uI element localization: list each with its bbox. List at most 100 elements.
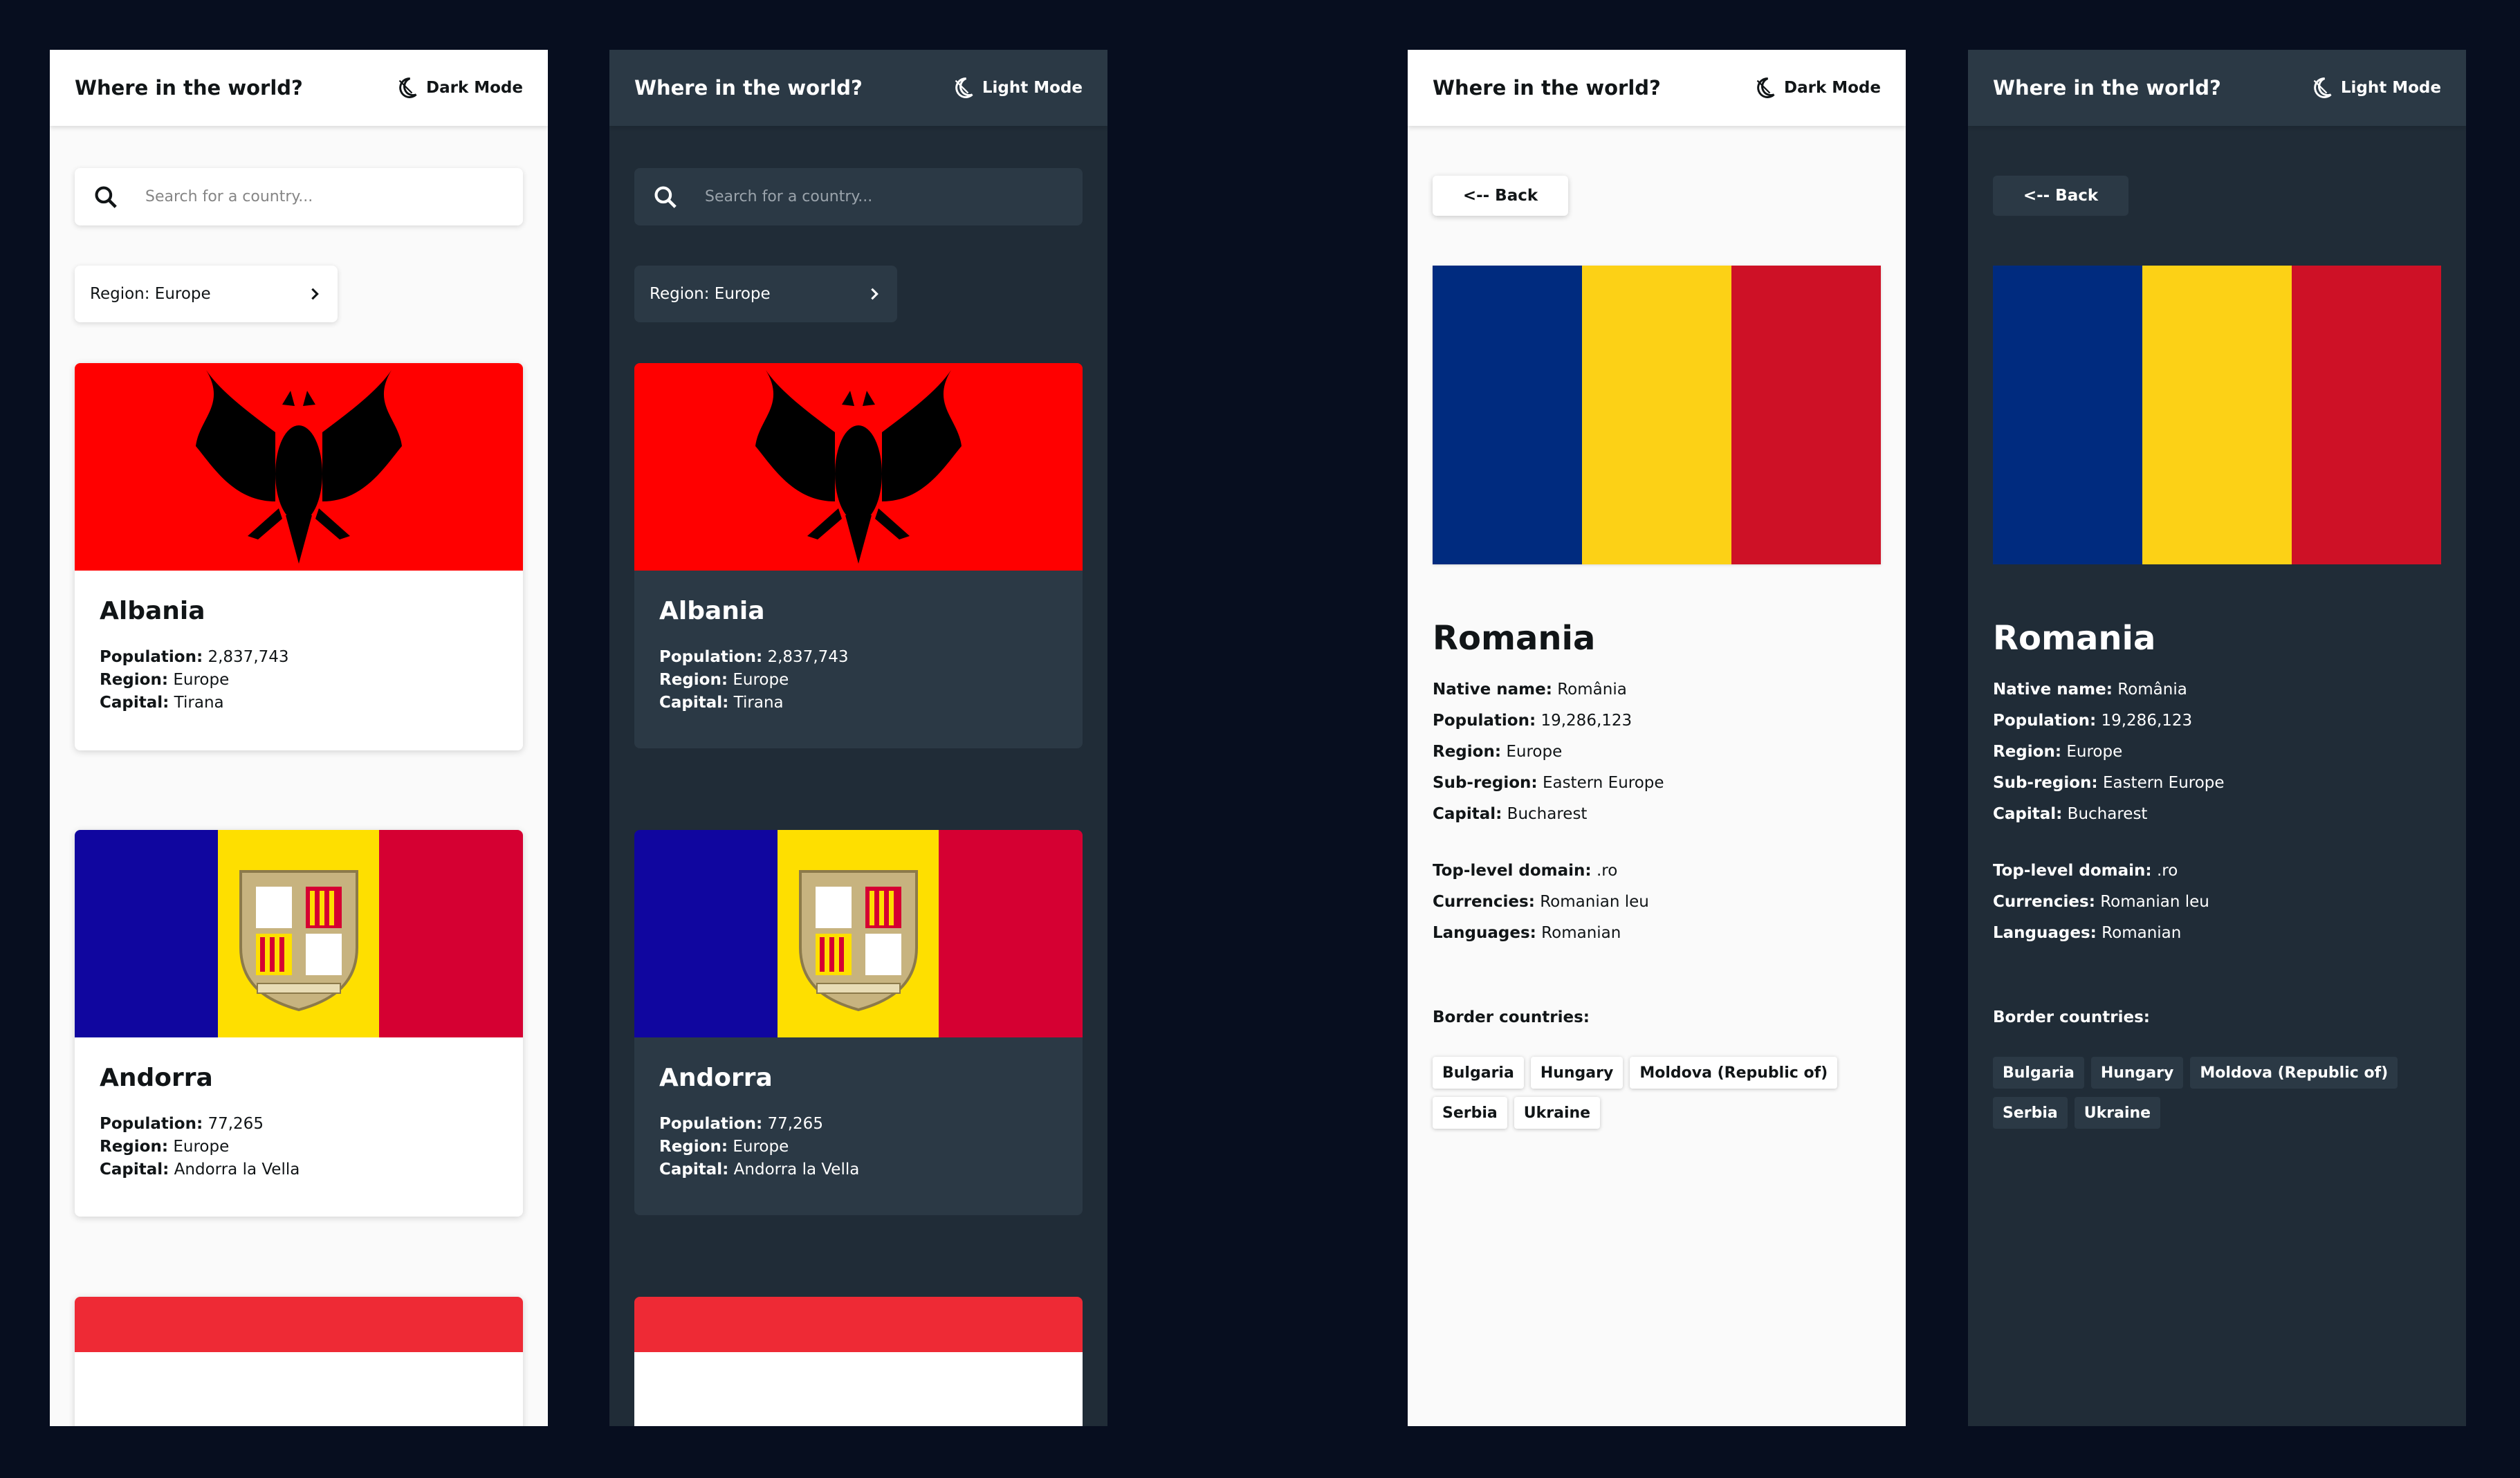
population-value: 2,837,743 (767, 648, 849, 666)
region-value: Europe (733, 671, 789, 689)
country-card-albania[interactable]: Albania Population: 2,837,743 Region: Eu… (75, 363, 523, 750)
border-countries-label: Border countries: (1433, 1008, 1590, 1026)
border-chip[interactable]: Hungary (1530, 1057, 1624, 1089)
population-value: 19,286,123 (2101, 712, 2193, 730)
population-label: Population: (659, 1115, 763, 1133)
region-filter[interactable]: Region: Europe (75, 266, 338, 322)
country-name: Romania (1433, 619, 1596, 658)
header: Where in the world? Dark Mode (50, 50, 548, 126)
country-name: Albania (100, 597, 205, 625)
border-chip[interactable]: Ukraine (2074, 1097, 2161, 1129)
capital-label: Capital: (659, 1161, 729, 1179)
capital-value: Bucharest (2067, 805, 2148, 823)
border-countries-list: Bulgaria Hungary Moldova (Republic of) S… (1433, 1057, 1875, 1129)
search-input[interactable] (144, 187, 493, 206)
chevron-right-icon (871, 288, 879, 300)
currencies-value: Romanian leu (1540, 893, 1649, 911)
region-filter-label: Region: Europe (90, 285, 211, 303)
albania-flag (634, 363, 1083, 571)
region-value: Europe (1506, 743, 1563, 761)
languages-value: Romanian (2101, 924, 2182, 942)
capital-label: Capital: (100, 694, 169, 712)
list-screen-dark: Where in the world? Light Mode Region: E… (609, 50, 1107, 1426)
sub-region-value: Eastern Europe (1542, 774, 1664, 792)
moon-icon (955, 77, 973, 98)
border-chip[interactable]: Ukraine (1514, 1097, 1601, 1129)
currencies-value: Romanian leu (2100, 893, 2209, 911)
country-details-primary: Native name: România Population: 19,286,… (1993, 674, 2225, 830)
region-filter-label: Region: Europe (650, 285, 771, 303)
currencies-label: Currencies: (1433, 893, 1535, 911)
header: Where in the world? Light Mode (609, 50, 1107, 126)
theme-toggle[interactable]: Light Mode (950, 75, 1083, 100)
andorra-flag (634, 830, 1083, 1037)
app-title: Where in the world? (1993, 76, 2221, 100)
native-name-value: România (2117, 681, 2187, 699)
country-card-albania[interactable]: Albania Population: 2,837,743 Region: Eu… (634, 363, 1083, 748)
theme-toggle[interactable]: Dark Mode (394, 75, 523, 100)
search-icon (95, 185, 117, 208)
country-card-partial[interactable] (634, 1297, 1083, 1426)
region-label: Region: (659, 1138, 728, 1156)
back-button[interactable]: <-- Back (1433, 176, 1568, 216)
theme-toggle[interactable]: Dark Mode (1752, 75, 1881, 100)
region-label: Region: (100, 671, 169, 689)
border-chip[interactable]: Moldova (Republic of) (2190, 1057, 2398, 1089)
theme-toggle-label: Light Mode (982, 79, 1083, 97)
back-button[interactable]: <-- Back (1993, 176, 2128, 216)
country-card-andorra[interactable]: Andorra Population: 77,265 Region: Europ… (75, 830, 523, 1217)
region-label: Region: (1433, 743, 1502, 761)
languages-label: Languages: (1993, 924, 2097, 942)
native-name-label: Native name: (1993, 681, 2113, 699)
andorra-flag (75, 830, 523, 1037)
country-details-primary: Native name: România Population: 19,286,… (1433, 674, 1664, 830)
partial-flag (75, 1297, 523, 1426)
currencies-label: Currencies: (1993, 893, 2095, 911)
theme-toggle[interactable]: Light Mode (2309, 75, 2441, 100)
border-chip[interactable]: Serbia (1993, 1097, 2068, 1129)
country-card-partial[interactable] (75, 1297, 523, 1426)
country-name: Andorra (100, 1064, 213, 1092)
country-card-andorra[interactable]: Andorra Population: 77,265 Region: Europ… (634, 830, 1083, 1215)
country-details-secondary: Top-level domain: .ro Currencies: Romani… (1433, 856, 1649, 949)
population-label: Population: (1433, 712, 1536, 730)
border-chip[interactable]: Bulgaria (1993, 1057, 2084, 1089)
border-chip[interactable]: Serbia (1433, 1097, 1507, 1129)
country-name: Romania (1993, 619, 2156, 658)
moon-icon (398, 77, 417, 98)
border-chip[interactable]: Bulgaria (1433, 1057, 1524, 1089)
romania-flag (1433, 266, 1881, 564)
romania-flag (1993, 266, 2441, 564)
search-box[interactable] (634, 168, 1083, 225)
partial-flag (634, 1297, 1083, 1426)
capital-value: Andorra la Vella (733, 1161, 860, 1179)
capital-value: Tirana (733, 694, 784, 712)
region-filter[interactable]: Region: Europe (634, 266, 897, 322)
sub-region-label: Sub-region: (1993, 774, 2098, 792)
native-name-label: Native name: (1433, 681, 1552, 699)
border-countries-label: Border countries: (1993, 1008, 2150, 1026)
population-value: 77,265 (208, 1115, 264, 1133)
border-chip[interactable]: Hungary (2090, 1057, 2184, 1089)
capital-value: Bucharest (1507, 805, 1588, 823)
detail-screen-dark: Where in the world? Light Mode <-- Back … (1968, 50, 2466, 1426)
languages-value: Romanian (1541, 924, 1621, 942)
albania-flag (75, 363, 523, 571)
list-screen-light: Where in the world? Dark Mode Region: Eu… (50, 50, 548, 1426)
border-chip[interactable]: Moldova (Republic of) (1630, 1057, 1838, 1089)
population-value: 77,265 (767, 1115, 823, 1133)
country-info: Population: 2,837,743 Region: Europe Cap… (659, 646, 1058, 714)
region-label: Region: (659, 671, 728, 689)
country-info: Population: 77,265 Region: Europe Capita… (100, 1113, 498, 1181)
theme-toggle-label: Dark Mode (425, 79, 523, 97)
population-label: Population: (100, 1115, 203, 1133)
country-info: Population: 2,837,743 Region: Europe Cap… (100, 646, 498, 714)
capital-label: Capital: (100, 1161, 169, 1179)
header: Where in the world? Dark Mode (1408, 50, 1906, 126)
app-title: Where in the world? (634, 76, 863, 100)
search-box[interactable] (75, 168, 523, 225)
languages-label: Languages: (1433, 924, 1536, 942)
search-input[interactable] (703, 187, 1052, 206)
tld-value: .ro (2156, 862, 2178, 880)
region-label: Region: (100, 1138, 169, 1156)
